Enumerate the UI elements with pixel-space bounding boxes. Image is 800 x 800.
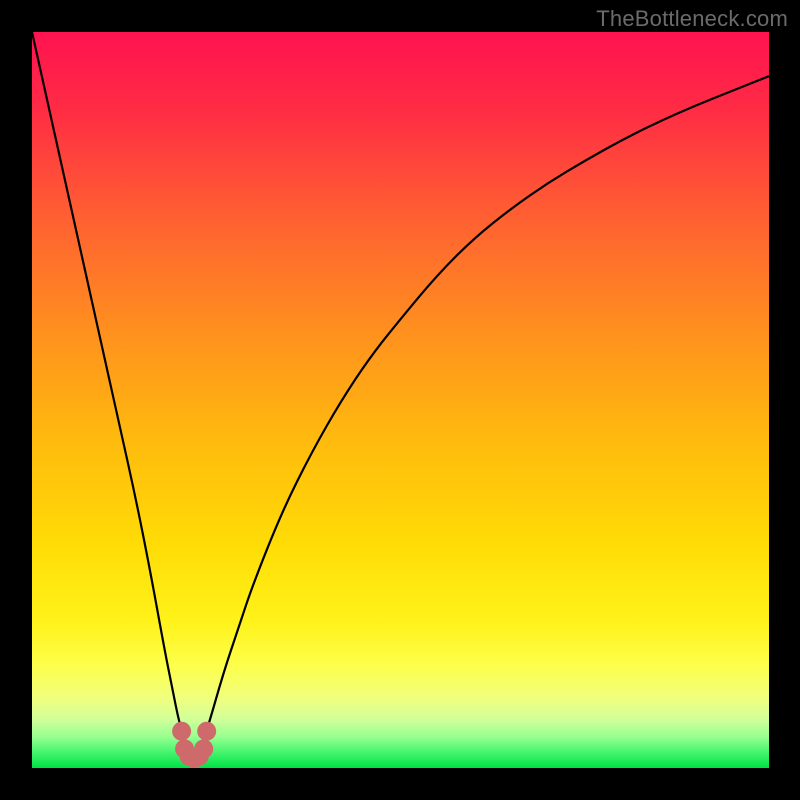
chart-svg — [32, 32, 769, 768]
bottleneck-curve — [32, 32, 769, 754]
trough-marker — [194, 739, 213, 758]
trough-markers-group — [172, 722, 216, 768]
watermark-text: TheBottleneck.com — [596, 6, 788, 32]
plot-area — [32, 32, 769, 768]
trough-marker — [172, 722, 191, 741]
trough-marker — [197, 722, 216, 741]
chart-frame: TheBottleneck.com — [0, 0, 800, 800]
